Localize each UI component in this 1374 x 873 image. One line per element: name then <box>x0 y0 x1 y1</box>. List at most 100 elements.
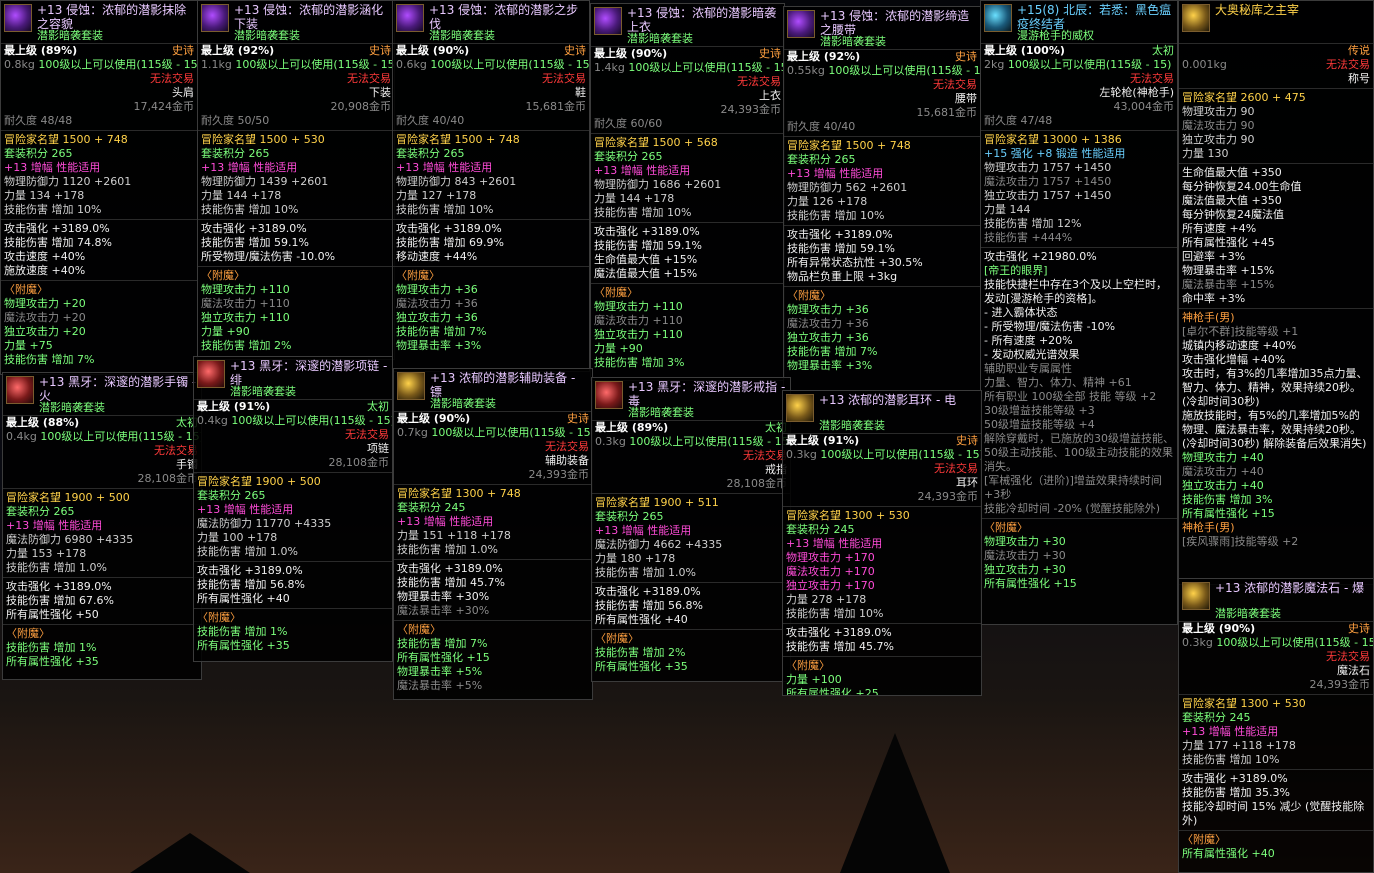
enchant-line: 物理攻击力 +110 <box>594 300 683 313</box>
tooltip-necklace: +13 黑牙：深邃的潜影项链 - 绯 潜影暗袭套装 最上级 (91%) 太初 0.… <box>193 356 393 662</box>
tooltip-ring: +13 黑牙：深邃的潜影戒指 - 毒 潜影暗袭套装 最上级 (89%) 太初 0.… <box>591 377 791 682</box>
bonus: 技能伤害 增加 56.8% <box>595 599 703 612</box>
grade: 最上级 (100%) <box>984 44 1065 57</box>
grade: 最上级 (91%) <box>786 434 860 447</box>
bonus: 技能伤害 增加 59.1% <box>594 239 702 252</box>
shoulder-item-icon <box>4 4 32 32</box>
fame: 冒险家名望 1500 + 748 <box>396 133 520 146</box>
price: 24,393金币 <box>917 490 979 503</box>
stat-line: 50级增益技能等级 +4 <box>984 418 1095 431</box>
price: 20,908金币 <box>330 100 392 113</box>
requirement: 100级以上可以使用(115级 - 15) <box>820 448 982 461</box>
stat: 力量 134 +178 <box>4 189 85 202</box>
bonus: 所有属性强化 +40 <box>197 592 290 605</box>
enchant-line: 所有属性强化 +35 <box>197 639 290 652</box>
stat-line: 魔法值最大值 +350 <box>1182 194 1282 207</box>
defense: 物理防御力 562 +2601 <box>787 181 908 194</box>
set-points: 套装积分 265 <box>595 510 664 523</box>
bonus: 物品栏负重上限 +3kg <box>787 270 898 283</box>
tooltip-weapon: +15(8) 北辰：若悉：黑色瘟疫终结者 漫游枪手的威权 最上级 (100%) 太… <box>980 0 1178 625</box>
grade: 最上级 (90%) <box>594 47 668 60</box>
enchant-line: 物理攻击力 +30 <box>984 535 1066 548</box>
item-title: +13 浓郁的潜影魔法石 - 爆 <box>1215 581 1365 595</box>
stat: 力量 144 +178 <box>201 189 282 202</box>
tooltip-earring: +13 浓郁的潜影耳环 - 电 潜影暗袭套装 最上级 (91%) 史诗 0.3kg… <box>782 390 982 696</box>
enchant-header: 〈附魔〉 <box>396 269 440 282</box>
weight: 0.3kg <box>1182 636 1213 649</box>
item-title: +13 黑牙：深邃的潜影项链 - 绯 <box>230 359 388 387</box>
bonus: 所有属性强化 +40 <box>595 613 688 626</box>
enchant-line: 技能伤害 增加 1% <box>197 625 288 638</box>
grade: 最上级 (91%) <box>197 400 271 413</box>
skill-damage: 技能伤害 增加 10% <box>4 203 102 216</box>
amplify: +13 增幅 性能适用 <box>1182 725 1279 738</box>
defense: 魔法防御力 11770 +4335 <box>197 517 332 530</box>
stat-line: 独立攻击力 1757 +1450 <box>984 189 1112 202</box>
skill-desc: 技能快捷栏中存在3个及以上空栏时，发动[漫游枪手的资格]。 <box>984 278 1167 305</box>
enchant-header: 〈附魔〉 <box>6 627 50 640</box>
tooltip-title: 大奥秘库之主宰 传说 0.001kg 无法交易 称号 冒险家名望 2600 + 4… <box>1178 0 1374 585</box>
fame: 冒险家名望 1500 + 748 <box>4 133 128 146</box>
item-title: +13 浓郁的潜影耳环 - 电 <box>819 393 957 407</box>
price: 24,393金币 <box>1309 678 1371 691</box>
rarity: 史诗 <box>1348 622 1370 635</box>
bonus: 物理暴击率 +30% <box>397 590 490 603</box>
stat: 力量 100 +178 <box>197 531 278 544</box>
skill-damage: 技能伤害 增加 10% <box>787 209 885 222</box>
enchant-line: 所有属性强化 +35 <box>595 660 688 673</box>
stat-line: 技能冷却时间 -20% (觉醒技能除外) <box>984 502 1160 515</box>
enchant-header: 〈附魔〉 <box>397 623 441 636</box>
enchant-line: 所有属性强化 +40 <box>1182 847 1275 860</box>
trade-status: 无法交易 <box>1130 72 1174 85</box>
skill-damage: 技能伤害 增加 10% <box>594 206 692 219</box>
fame: 冒险家名望 1500 + 530 <box>201 133 325 146</box>
tooltip-magic-stone: +13 浓郁的潜影魔法石 - 爆 潜影暗袭套装 最上级 (90%) 史诗 0.3k… <box>1178 578 1374 873</box>
enchant-header: 〈附魔〉 <box>1182 833 1226 846</box>
enchant-line: 独立攻击力 +20 <box>4 325 86 338</box>
skill-damage: 技能伤害 增加 1.0% <box>397 543 498 556</box>
enchant-line: 独立攻击力 +110 <box>201 311 290 324</box>
enchant-header: 〈附魔〉 <box>197 611 241 624</box>
stat-line: 30级增益技能等级 +3 <box>984 404 1095 417</box>
rarity: 史诗 <box>172 44 194 57</box>
amplify: +13 增幅 性能适用 <box>4 161 101 174</box>
rarity: 史诗 <box>955 50 977 63</box>
skill-desc: - 进入霸体状态 <box>984 306 1058 319</box>
grade: 最上级 (89%) <box>4 44 78 57</box>
rarity: 史诗 <box>369 44 391 57</box>
set-name: 潜影暗袭套装 <box>37 29 103 42</box>
defense: 物理防御力 843 +2601 <box>396 175 517 188</box>
set-points: 套装积分 265 <box>396 147 465 160</box>
enchant-line: 独立攻击力 +36 <box>787 331 869 344</box>
price: 28,108金币 <box>137 472 199 485</box>
stat-line: 物理攻击力 90 <box>1182 105 1255 118</box>
trade-status: 无法交易 <box>347 72 391 85</box>
enchant-line: 所有属性强化 +15 <box>1182 507 1275 520</box>
weight: 1.1kg <box>201 58 232 71</box>
top-item-icon <box>594 7 622 35</box>
stat-line: 命中率 +3% <box>1182 292 1246 305</box>
weight: 0.55kg <box>787 64 825 77</box>
stat-line: 回避率 +3% <box>1182 250 1246 263</box>
tooltip-shoes: +13 侵蚀：浓郁的潜影之步伐 潜影暗袭套装 最上级 (90%) 史诗 0.6kg… <box>392 0 590 372</box>
fame: 冒险家名望 1500 + 748 <box>787 139 911 152</box>
fame: 冒险家名望 1900 + 500 <box>6 491 130 504</box>
slot: 辅助装备 <box>545 454 589 467</box>
bonus: 魔法暴击率 +30% <box>397 604 490 617</box>
enchant-line: 物理攻击力 +110 <box>201 283 290 296</box>
durability: 耐久度 50/50 <box>201 114 270 127</box>
set-name: 潜影暗袭套装 <box>234 29 300 42</box>
item-title: +13 侵蚀：浓郁的潜影缔造之腰带 <box>820 9 970 37</box>
bonus: 所有异常状态抗性 +30.5% <box>787 256 923 269</box>
stat-line: 辅助职业专属属性 <box>984 362 1072 375</box>
bonus: 施放速度 +40% <box>4 264 86 277</box>
defense: 魔法防御力 6980 +4335 <box>6 533 134 546</box>
set-name: 潜影暗袭套装 <box>230 385 296 398</box>
enchant-line: 技能伤害 增加 7% <box>396 325 487 338</box>
fame: 冒险家名望 13000 + 1386 <box>984 133 1122 146</box>
skill-damage: 技能伤害 增加 1.0% <box>595 566 696 579</box>
stat-line: 力量 144 <box>984 203 1031 216</box>
bonus: 攻击强化 +3189.0% <box>197 564 303 577</box>
weight: 0.6kg <box>396 58 427 71</box>
revolver-item-icon <box>984 4 1012 32</box>
